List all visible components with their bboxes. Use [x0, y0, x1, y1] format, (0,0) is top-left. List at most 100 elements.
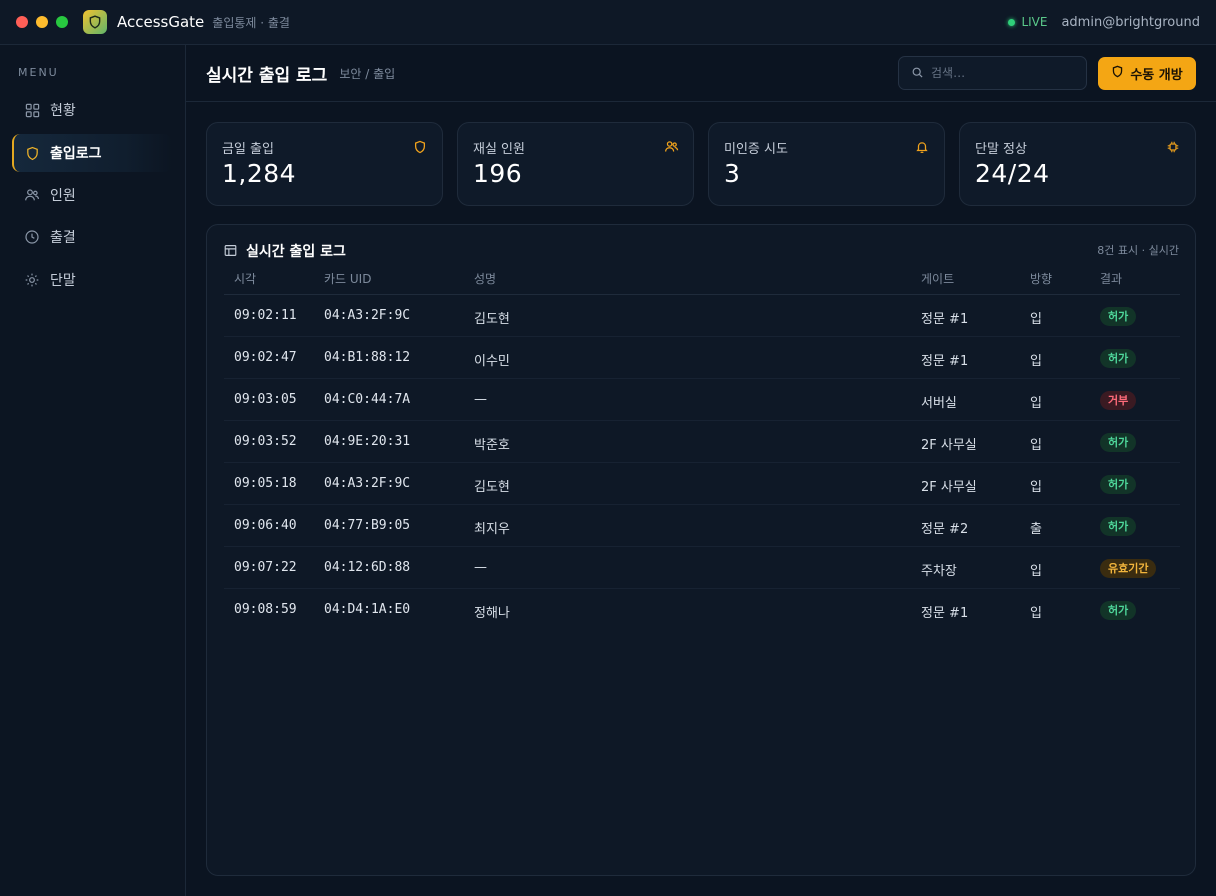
status-badge: 허가: [1100, 433, 1137, 452]
cell-gate: 2F 사무실: [921, 438, 977, 453]
cell-name: —: [474, 392, 487, 407]
table-body: 09:02:11 04:A3:2F:9C 김도현 정문 #1 입 허가 09:02:47 04…: [224, 295, 1180, 631]
access-log-panel: 실시간 출입 로그 8건 표시 · 실시간 시각 카드 UID 성명 게이트 방…: [206, 224, 1196, 876]
panel-meta: 8건 표시 · 실시간: [1097, 244, 1179, 257]
column-header-gate[interactable]: 게이트: [921, 270, 954, 287]
cell-time: 09:05:18: [234, 476, 297, 491]
cell-time: 09:03:52: [234, 434, 297, 449]
close-window-button[interactable]: [16, 16, 28, 28]
sidebar-item-label: 출입로그: [50, 146, 102, 162]
table-header: 시각 카드 UID 성명 게이트 방향 결과: [224, 263, 1180, 295]
shield-icon: [413, 139, 427, 154]
column-header-card-uid[interactable]: 카드 UID: [324, 270, 371, 287]
cell-gate: 정문 #1: [921, 354, 969, 369]
sidebar-item-attendance[interactable]: 출결: [12, 218, 172, 256]
status-badge: 허가: [1100, 307, 1137, 326]
users-icon: [24, 187, 40, 203]
status-badge: 거부: [1100, 391, 1137, 410]
search-icon: [911, 64, 924, 83]
table-row[interactable]: 09:06:40 04:77:B9:05 최지우 정문 #2 출 허가: [224, 505, 1180, 547]
clock-icon: [24, 229, 40, 245]
cell-gate: 정문 #1: [921, 312, 969, 327]
maximize-window-button[interactable]: [56, 16, 68, 28]
status-badge: 허가: [1100, 475, 1137, 494]
grid-icon: [24, 102, 40, 118]
stat-value: 24/24: [975, 159, 1050, 188]
cell-direction: 입: [1030, 480, 1042, 495]
minimize-window-button[interactable]: [36, 16, 48, 28]
gear-icon: [24, 272, 40, 288]
column-header-direction[interactable]: 방향: [1030, 270, 1052, 287]
manual-open-button[interactable]: 수동 개방: [1098, 57, 1196, 90]
table-row[interactable]: 09:02:47 04:B1:88:12 이수민 정문 #1 입 허가: [224, 337, 1180, 379]
search-input[interactable]: [931, 66, 1081, 80]
live-dot-icon: [1008, 18, 1016, 26]
menu-label: MENU: [18, 66, 59, 79]
cell-direction: 입: [1030, 312, 1042, 327]
cell-time: 09:08:59: [234, 602, 297, 617]
sidebar-item-dashboard[interactable]: 현황: [12, 91, 172, 129]
column-header-result[interactable]: 결과: [1100, 270, 1122, 287]
cell-direction: 입: [1030, 438, 1042, 453]
stat-label: 금일 출입: [222, 142, 274, 157]
table-row[interactable]: 09:03:05 04:C0:44:7A — 서버실 입 거부: [224, 379, 1180, 421]
sidebar-item-terminals[interactable]: 단말: [12, 261, 172, 299]
stat-value: 196: [473, 159, 523, 188]
live-indicator: LIVE: [1008, 15, 1047, 29]
column-header-time[interactable]: 시각: [234, 270, 256, 287]
cell-name: —: [474, 560, 487, 575]
cell-time: 09:06:40: [234, 518, 297, 533]
cell-name: 정해나: [474, 606, 510, 621]
cell-card-uid: 04:B1:88:12: [324, 350, 411, 365]
live-label: LIVE: [1021, 15, 1048, 29]
cell-time: 09:03:05: [234, 392, 297, 407]
stat-value: 3: [724, 159, 741, 188]
table-row[interactable]: 09:02:11 04:A3:2F:9C 김도현 정문 #1 입 허가: [224, 295, 1180, 337]
cell-card-uid: 04:A3:2F:9C: [324, 308, 411, 323]
window-controls: [16, 16, 68, 28]
cell-time: 09:07:22: [234, 560, 297, 575]
stat-card-terminal-status: 단말 정상 24/24: [959, 122, 1196, 206]
table-row[interactable]: 09:03:52 04:9E:20:31 박준호 2F 사무실 입 허가: [224, 421, 1180, 463]
cell-card-uid: 04:A3:2F:9C: [324, 476, 411, 491]
sidebar-item-access-log[interactable]: 출입로그: [12, 134, 172, 172]
status-badge: 허가: [1100, 349, 1137, 368]
cell-name: 박준호: [474, 438, 510, 453]
cell-direction: 출: [1030, 522, 1042, 537]
cell-direction: 입: [1030, 396, 1042, 411]
cell-card-uid: 04:12:6D:88: [324, 560, 411, 575]
stat-label: 미인증 시도: [724, 142, 788, 157]
cell-direction: 입: [1030, 606, 1042, 621]
table-row[interactable]: 09:05:18 04:A3:2F:9C 김도현 2F 사무실 입 허가: [224, 463, 1180, 505]
table-row[interactable]: 09:07:22 04:12:6D:88 — 주차장 입 유효기간: [224, 547, 1180, 589]
sidebar-item-label: 단말: [50, 273, 76, 289]
stat-card-today-entries: 금일 출입 1,284: [206, 122, 443, 206]
sidebar-item-label: 인원: [50, 188, 76, 204]
main-header: 실시간 출입 로그 보안 / 출입 수동 개방: [186, 45, 1216, 102]
cell-name: 최지우: [474, 522, 510, 537]
sidebar-item-people[interactable]: 인원: [12, 176, 172, 214]
status-badge: 허가: [1100, 601, 1137, 620]
cell-gate: 2F 사무실: [921, 480, 977, 495]
cell-name: 김도현: [474, 480, 510, 495]
user-account[interactable]: admin@brightground: [1061, 15, 1200, 30]
search-box[interactable]: [898, 56, 1087, 90]
app-subtitle: 출입통제 · 출결: [212, 15, 290, 30]
cell-name: 이수민: [474, 354, 510, 369]
column-header-name[interactable]: 성명: [474, 270, 496, 287]
cell-gate: 정문 #1: [921, 606, 969, 621]
cell-gate: 서버실: [921, 396, 957, 411]
access-log-table: 시각 카드 UID 성명 게이트 방향 결과 09:02:11 04:A3:2F:…: [224, 263, 1180, 631]
stat-label: 단말 정상: [975, 142, 1027, 157]
breadcrumb: 보안 / 출입: [339, 66, 396, 81]
stat-label: 재실 인원: [473, 142, 525, 157]
sidebar-item-label: 현황: [50, 103, 76, 119]
status-badge: 유효기간: [1100, 559, 1157, 578]
stat-card-unauthorized-attempts: 미인증 시도 3: [708, 122, 945, 206]
table-row[interactable]: 09:08:59 04:D4:1A:E0 정해나 정문 #1 입 허가: [224, 589, 1180, 631]
cell-time: 09:02:11: [234, 308, 297, 323]
shield-icon: [24, 145, 40, 161]
bell-icon: [915, 139, 929, 154]
page-title: 실시간 출입 로그: [206, 65, 328, 86]
manual-open-label: 수동 개방: [1130, 68, 1183, 83]
